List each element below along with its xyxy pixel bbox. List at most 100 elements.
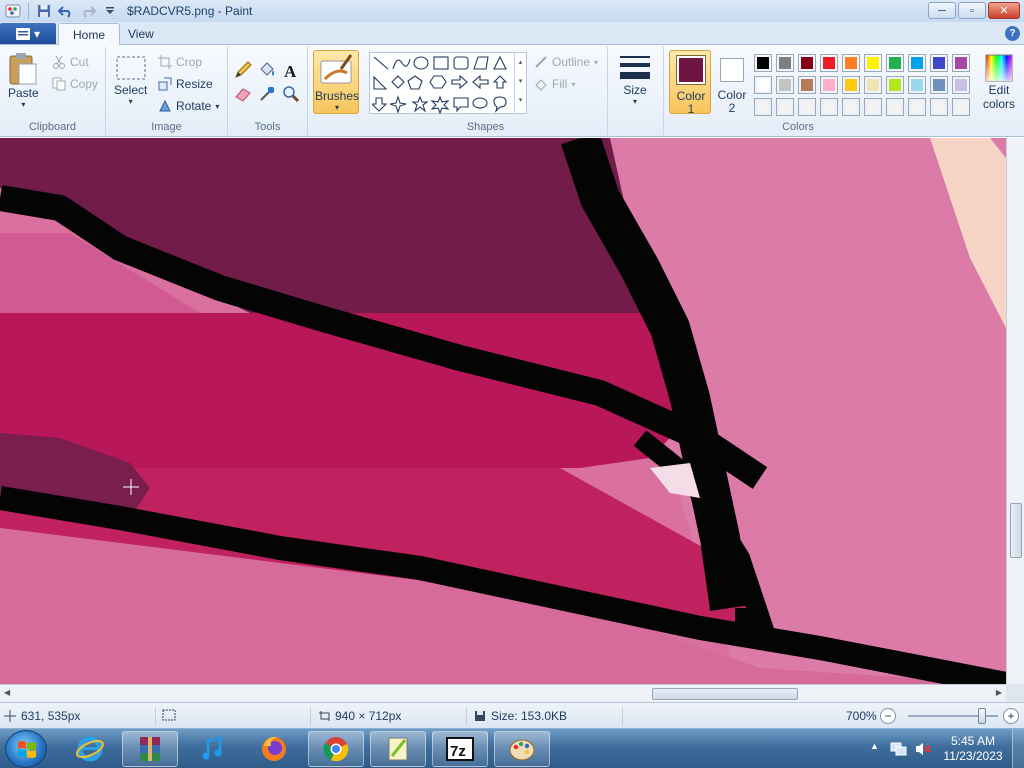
- maximize-button[interactable]: ▫: [958, 2, 986, 19]
- palette-swatch[interactable]: [864, 98, 882, 116]
- color1-button[interactable]: Color 1: [669, 50, 711, 116]
- pencil-icon[interactable]: [232, 59, 254, 81]
- text-tool-icon[interactable]: A: [280, 59, 302, 81]
- brushes-button[interactable]: Brushes ▾: [313, 50, 359, 114]
- vertical-scrollbar[interactable]: [1006, 138, 1024, 684]
- taskbar-paint[interactable]: [494, 731, 550, 767]
- palette-swatch[interactable]: [776, 76, 794, 94]
- size-button[interactable]: Size ▾: [618, 53, 652, 106]
- horizontal-scroll-thumb[interactable]: [652, 688, 798, 700]
- palette-swatch[interactable]: [776, 54, 794, 72]
- fill-button[interactable]: Fill ▾: [534, 77, 575, 91]
- palette-swatch[interactable]: [908, 54, 926, 72]
- image-group-label: Image: [151, 121, 182, 133]
- resize-button[interactable]: Resize: [158, 77, 213, 91]
- paste-button[interactable]: Paste ▾: [8, 52, 39, 109]
- app-menu-arrow: ▾: [33, 26, 41, 41]
- taskbar-winrar[interactable]: [122, 731, 178, 767]
- show-desktop-button[interactable]: [1012, 729, 1024, 768]
- clock-date: 11/23/2023: [943, 749, 1003, 763]
- chrome-icon: [323, 737, 349, 762]
- palette-swatch[interactable]: [820, 76, 838, 94]
- vertical-scroll-thumb[interactable]: [1010, 503, 1022, 558]
- palette-swatch[interactable]: [930, 98, 948, 116]
- edit-colors-button[interactable]: Edit colors: [978, 53, 1020, 111]
- palette-swatch[interactable]: [754, 76, 772, 94]
- minimize-button[interactable]: ─: [928, 2, 956, 19]
- cut-button[interactable]: Cut: [52, 55, 89, 69]
- palette-swatch[interactable]: [864, 76, 882, 94]
- palette-swatch[interactable]: [930, 76, 948, 94]
- color-palette: [752, 52, 974, 118]
- palette-swatch[interactable]: [930, 54, 948, 72]
- save-icon[interactable]: [35, 2, 53, 20]
- taskbar-itunes[interactable]: [184, 731, 240, 767]
- palette-swatch[interactable]: [842, 54, 860, 72]
- drawing-canvas[interactable]: [0, 138, 1006, 684]
- scroll-right-arrow-icon[interactable]: ▶: [996, 688, 1002, 697]
- resize-label: Resize: [176, 77, 213, 91]
- rotate-dropdown-arrow: ▾: [215, 101, 220, 111]
- selection-size-status: [162, 709, 176, 721]
- palette-swatch[interactable]: [842, 76, 860, 94]
- color-picker-icon[interactable]: [256, 83, 278, 105]
- outline-button[interactable]: Outline ▾: [534, 55, 598, 69]
- color2-button[interactable]: Color 2: [714, 50, 750, 115]
- taskbar-firefox[interactable]: [246, 731, 302, 767]
- taskbar-clock[interactable]: 5:45 AM 11/23/2023: [938, 734, 1008, 764]
- tab-home[interactable]: Home: [58, 23, 121, 45]
- taskbar-internet-explorer[interactable]: [62, 731, 118, 767]
- zoom-out-button[interactable]: −: [880, 708, 896, 724]
- palette-swatch[interactable]: [886, 54, 904, 72]
- zoom-in-icon: +: [1003, 708, 1019, 724]
- fill-label: Fill: [552, 77, 568, 91]
- palette-swatch[interactable]: [754, 98, 772, 116]
- help-button[interactable]: ?: [1005, 26, 1020, 41]
- palette-swatch[interactable]: [886, 98, 904, 116]
- horizontal-scrollbar[interactable]: ◀ ▶: [0, 684, 1006, 702]
- start-button[interactable]: [5, 730, 47, 768]
- palette-swatch[interactable]: [754, 54, 772, 72]
- zoom-slider-thumb[interactable]: [978, 708, 986, 724]
- palette-swatch[interactable]: [952, 76, 970, 94]
- window-controls: ─ ▫ ✕: [928, 2, 1020, 19]
- palette-swatch[interactable]: [798, 76, 816, 94]
- copy-button[interactable]: Copy: [52, 77, 98, 91]
- show-hidden-icons-icon[interactable]: ▲: [870, 741, 879, 751]
- palette-swatch[interactable]: [798, 98, 816, 116]
- palette-swatch[interactable]: [864, 54, 882, 72]
- palette-swatch[interactable]: [820, 54, 838, 72]
- customize-qat-icon[interactable]: [101, 2, 119, 20]
- scroll-left-arrow-icon[interactable]: ◀: [4, 688, 10, 697]
- taskbar-chrome[interactable]: [308, 731, 364, 767]
- volume-muted-icon[interactable]: [914, 741, 932, 757]
- palette-swatch[interactable]: [908, 98, 926, 116]
- close-button[interactable]: ✕: [988, 2, 1020, 19]
- palette-swatch[interactable]: [842, 98, 860, 116]
- tab-view[interactable]: View: [114, 23, 168, 45]
- palette-swatch[interactable]: [952, 54, 970, 72]
- zoom-in-button[interactable]: +: [1003, 708, 1019, 724]
- app-menu-button[interactable]: ▾: [0, 23, 56, 44]
- palette-swatch[interactable]: [952, 98, 970, 116]
- eraser-icon[interactable]: [232, 83, 254, 105]
- paint-app-icon[interactable]: [4, 2, 22, 20]
- shapes-scroll[interactable]: ▴ ▾ ▾: [514, 53, 526, 113]
- fill-bucket-icon[interactable]: [256, 59, 278, 81]
- select-button[interactable]: Select ▾: [114, 55, 147, 106]
- undo-icon[interactable]: [57, 2, 75, 20]
- palette-swatch[interactable]: [798, 54, 816, 72]
- taskbar-7zip[interactable]: 7z: [432, 731, 488, 767]
- rotate-button[interactable]: Rotate ▾: [158, 99, 219, 113]
- palette-swatch[interactable]: [908, 76, 926, 94]
- network-icon[interactable]: [890, 741, 908, 757]
- selection-size-icon: [162, 709, 176, 721]
- palette-swatch[interactable]: [886, 76, 904, 94]
- magnifier-icon[interactable]: [280, 83, 302, 105]
- palette-swatch[interactable]: [820, 98, 838, 116]
- taskbar-notepad-plus-plus[interactable]: [370, 731, 426, 767]
- crop-button[interactable]: Crop: [158, 55, 202, 69]
- redo-icon[interactable]: [79, 2, 97, 20]
- palette-swatch-color: [779, 79, 791, 91]
- palette-swatch[interactable]: [776, 98, 794, 116]
